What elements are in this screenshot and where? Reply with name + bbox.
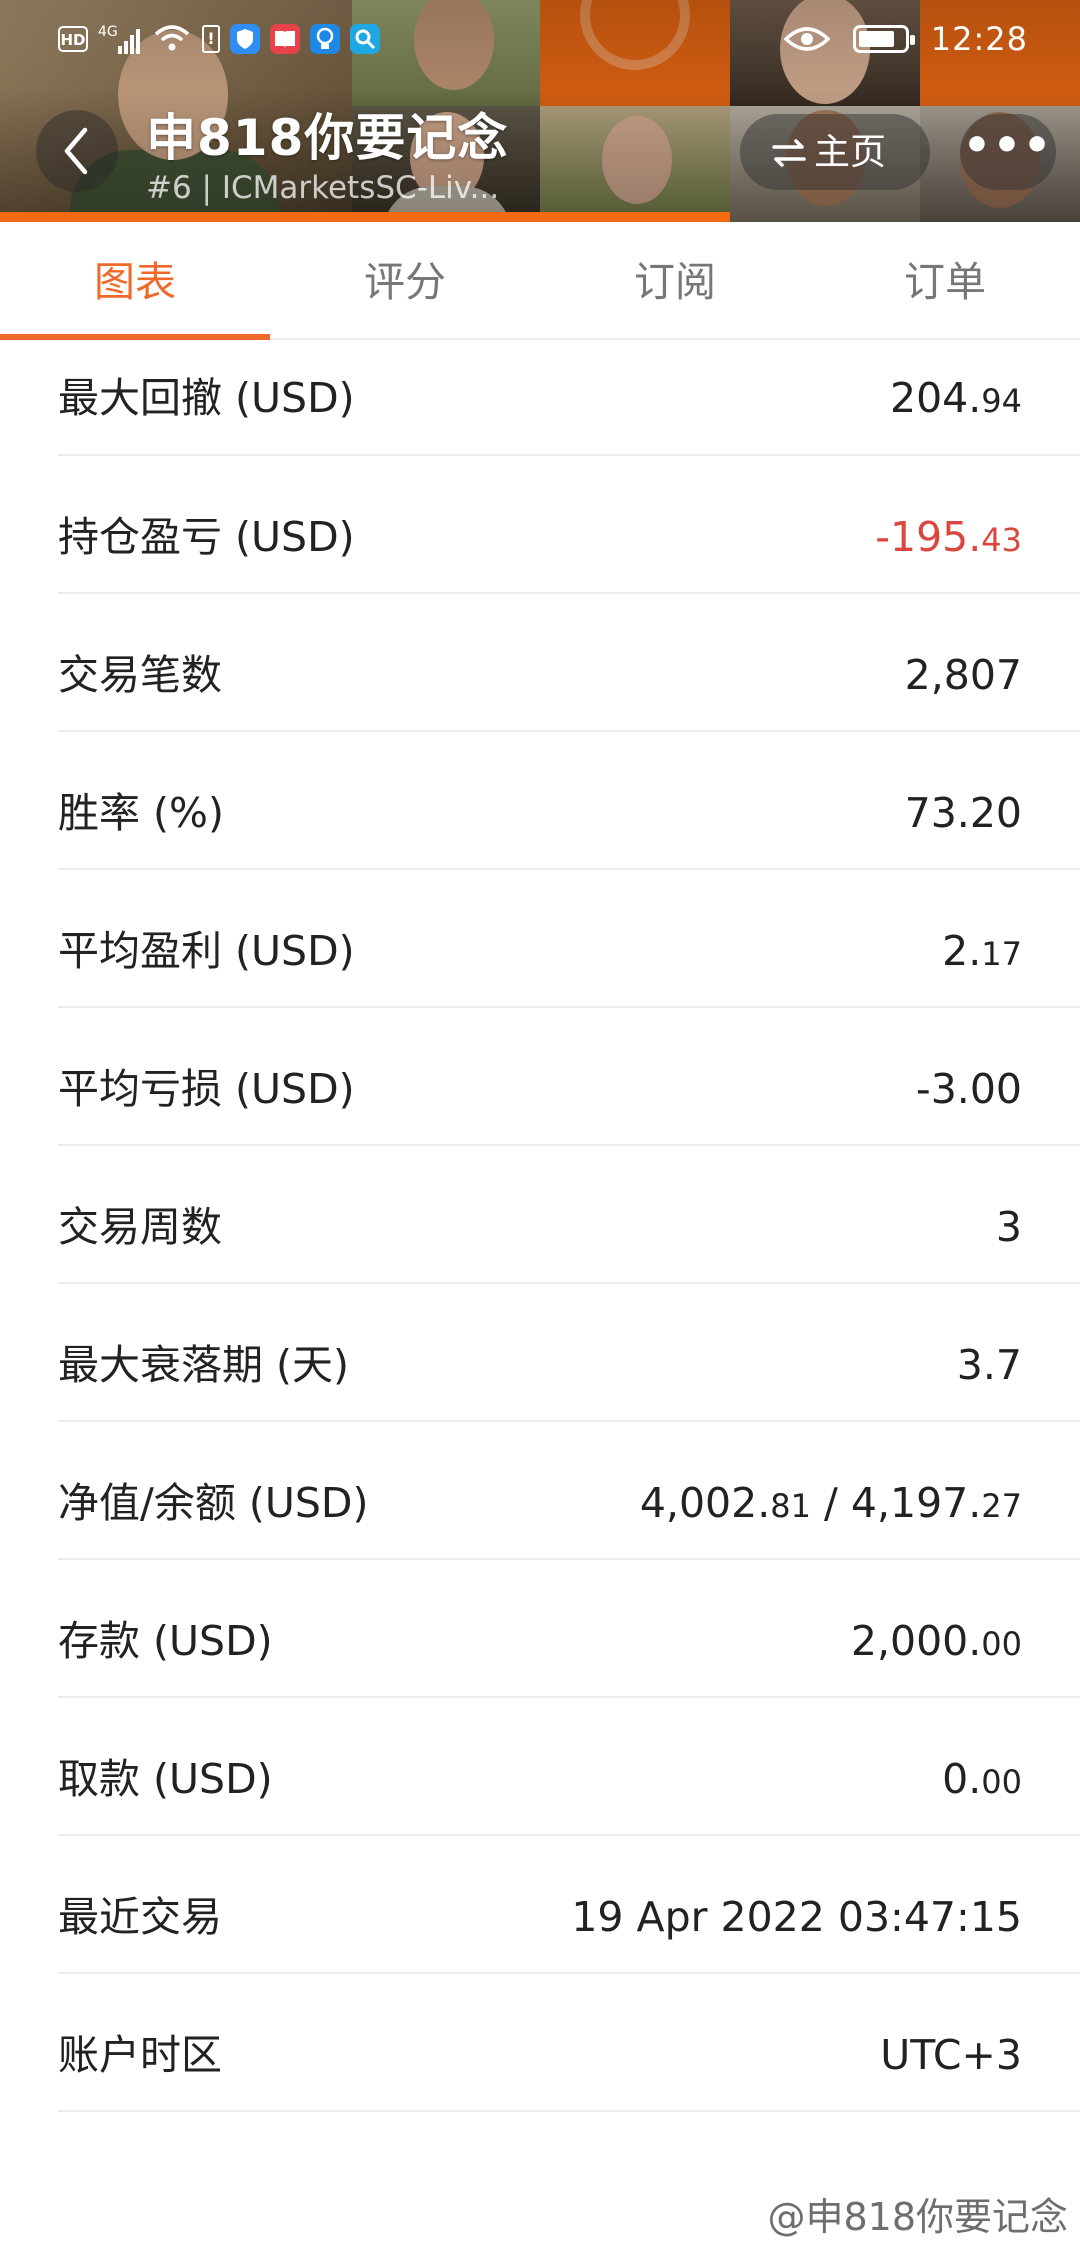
stat-value-main: 0. bbox=[942, 1755, 982, 1803]
tab-orders[interactable]: 订单 bbox=[810, 222, 1080, 338]
search-app-icon bbox=[350, 24, 380, 54]
stat-row: 平均盈利 (USD) 2.17 bbox=[58, 870, 1080, 1008]
stat-value-main: 19 Apr 2022 03:47:15 bbox=[571, 1893, 1022, 1941]
status-bar: HD 4G ! 12:28 bbox=[0, 18, 1080, 66]
header-accent-bar bbox=[0, 212, 730, 222]
stat-row: 存款 (USD) 2,000.00 bbox=[58, 1560, 1080, 1698]
tab-bar: 图表 评分 订阅 订单 bbox=[0, 222, 1080, 340]
stat-value-decimal: 94 bbox=[981, 382, 1022, 420]
stat-value: 204.94 bbox=[520, 340, 1080, 459]
stat-value-main: 2. bbox=[942, 927, 982, 975]
stat-value-main: UTC+3 bbox=[880, 2031, 1022, 2079]
stat-row: 账户时区 UTC+3 bbox=[58, 1974, 1080, 2112]
stat-row: 持仓盈亏 (USD) -195.43 bbox=[58, 456, 1080, 594]
stat-value-main: 2,000. bbox=[850, 1617, 982, 1665]
back-button[interactable] bbox=[36, 110, 118, 192]
stat-label: 最大回撤 (USD) bbox=[58, 374, 355, 422]
wifi-icon bbox=[152, 24, 192, 54]
stat-value-main: 3 bbox=[995, 1203, 1022, 1251]
stat-value-decimal: 27 bbox=[981, 1487, 1022, 1525]
stat-value-main: 2,807 bbox=[904, 651, 1022, 699]
stat-value-text: -3.00 bbox=[916, 1065, 1022, 1113]
stat-value-decimal: 17 bbox=[981, 935, 1022, 973]
stat-value-text: 2,000.00 bbox=[851, 1617, 1022, 1665]
shield-app-icon bbox=[230, 24, 260, 54]
status-time: 12:28 bbox=[930, 20, 1028, 58]
stat-value-main: -3.00 bbox=[915, 1065, 1022, 1113]
eye-icon bbox=[783, 24, 831, 54]
battery-level-fill bbox=[858, 31, 894, 47]
stat-value-text: -195.43 bbox=[875, 513, 1022, 561]
stat-row: 最大回撤 (USD) 204.94 bbox=[58, 340, 1080, 456]
bulb-app-icon bbox=[310, 24, 340, 54]
hd-icon: HD bbox=[58, 26, 88, 52]
stat-value-text: 204.94 bbox=[890, 374, 1022, 422]
more-dots-icon: ••• bbox=[962, 120, 1054, 171]
book-app-icon bbox=[270, 24, 300, 54]
stat-row: 交易笔数 2,807 bbox=[58, 594, 1080, 732]
watermark: @申818你要记念 bbox=[767, 2195, 1068, 2239]
stat-value-decimal: 00 bbox=[981, 1763, 1022, 1801]
swap-icon bbox=[772, 139, 806, 167]
stats-list: 最大回撤 (USD) 204.94 持仓盈亏 (USD) -195.43 交易笔数 2,8… bbox=[58, 340, 1080, 2112]
alert-icon: ! bbox=[202, 25, 220, 53]
stat-row: 净值/余额 (USD) 4,002.81 / 4,197.27 bbox=[58, 1422, 1080, 1560]
home-label: 主页 bbox=[814, 132, 887, 173]
status-left-icons: HD 4G ! bbox=[58, 24, 380, 54]
stat-value-text: 2,807 bbox=[905, 651, 1022, 699]
stat-value-decimal: 81 bbox=[770, 1487, 811, 1525]
stat-value: UTC+3 bbox=[520, 1974, 1080, 2136]
tab-subscriptions[interactable]: 订阅 bbox=[540, 222, 810, 338]
account-subtitle: #6 | ICMarketsSC-Liv... bbox=[146, 170, 500, 206]
stat-value-text: 0.00 bbox=[942, 1755, 1022, 1803]
stat-value-main: 204. bbox=[889, 374, 982, 422]
status-right-icons: 12:28 bbox=[783, 20, 1028, 58]
signal-icon: 4G bbox=[98, 24, 142, 54]
stat-value-text: 19 Apr 2022 03:47:15 bbox=[571, 1893, 1022, 1941]
stat-row: 最大衰落期 (天) 3.7 bbox=[58, 1284, 1080, 1422]
stat-value-main: 3.7 bbox=[956, 1341, 1022, 1389]
stat-row: 交易周数 3 bbox=[58, 1146, 1080, 1284]
battery-icon bbox=[852, 25, 915, 53]
stat-value-main: -195. bbox=[875, 513, 982, 561]
stat-value-main: 4,002. bbox=[639, 1479, 771, 1527]
stat-value-main: / 4,197. bbox=[810, 1479, 982, 1527]
tab-rating[interactable]: 评分 bbox=[270, 222, 540, 338]
stat-value-text: 73.20 bbox=[905, 789, 1022, 837]
network-type-label: 4G bbox=[98, 24, 118, 40]
stat-value-decimal: 43 bbox=[981, 521, 1022, 559]
stat-value-text: 4,002.81 / 4,197.27 bbox=[640, 1479, 1022, 1527]
tab-chart[interactable]: 图表 bbox=[0, 222, 270, 340]
stat-value-text: UTC+3 bbox=[880, 2031, 1022, 2079]
stat-value-text: 3.7 bbox=[957, 1341, 1022, 1389]
header-banner: HD 4G ! 12:28 申818你要记念 #6 | ICMarketsSC-… bbox=[0, 0, 1080, 222]
stat-row: 胜率 (%) 73.20 bbox=[58, 732, 1080, 870]
page-title: 申818你要记念 bbox=[146, 109, 509, 167]
chevron-left-icon bbox=[64, 127, 88, 175]
stat-value-text: 2.17 bbox=[942, 927, 1022, 975]
stat-row: 最近交易 19 Apr 2022 03:47:15 bbox=[58, 1836, 1080, 1974]
stat-row: 取款 (USD) 0.00 bbox=[58, 1698, 1080, 1836]
stat-row: 平均亏损 (USD) -3.00 bbox=[58, 1008, 1080, 1146]
stat-value-text: 3 bbox=[996, 1203, 1022, 1251]
more-options-button[interactable]: ••• bbox=[960, 114, 1056, 190]
stat-value-decimal: 00 bbox=[981, 1625, 1022, 1663]
stat-value-main: 73.20 bbox=[904, 789, 1022, 837]
stat-label: 账户时区 bbox=[58, 2031, 222, 2079]
home-button[interactable]: 主页 bbox=[740, 114, 930, 190]
